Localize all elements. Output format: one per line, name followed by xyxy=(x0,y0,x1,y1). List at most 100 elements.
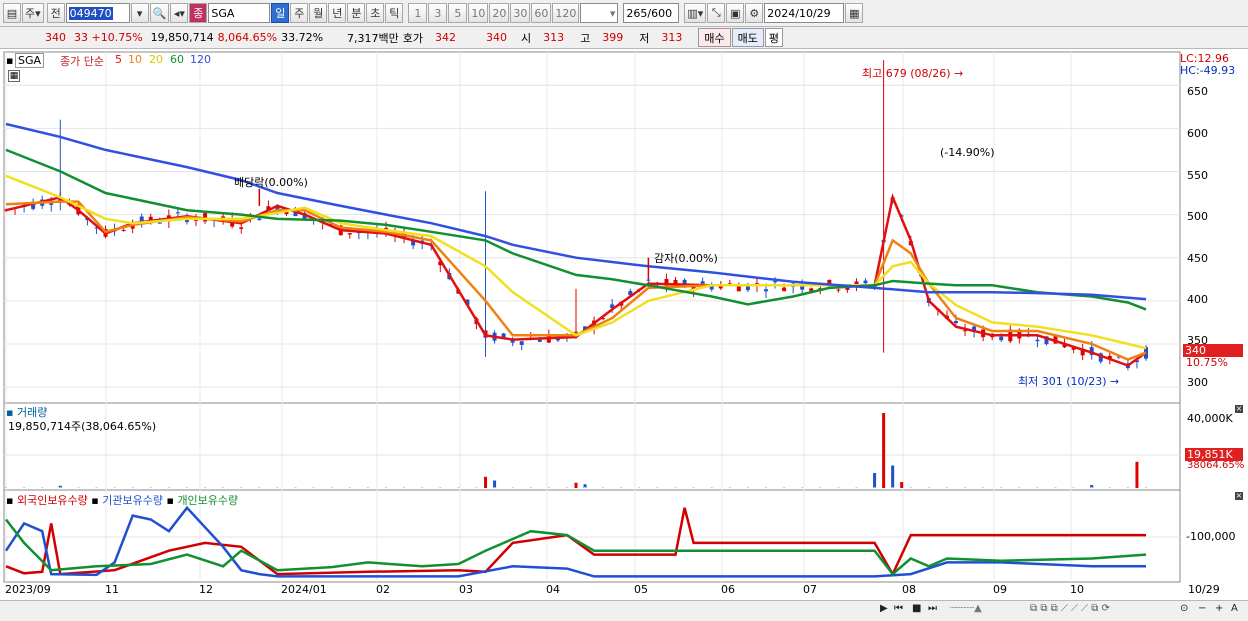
period-week-button[interactable]: 주 xyxy=(290,3,309,23)
bottom-bar: 2023/09 11 12 2024/01 02 03 04 05 06 07 … xyxy=(0,583,1248,621)
minute-120-button[interactable]: 120 xyxy=(552,3,580,23)
candle-body xyxy=(257,218,262,221)
zoom-in-icon[interactable]: + xyxy=(1215,603,1223,614)
volume-bar xyxy=(584,487,587,488)
volume-bar xyxy=(1108,487,1111,488)
volume-bar xyxy=(909,487,912,488)
minute-5-button[interactable]: 5 xyxy=(448,3,468,23)
volume-bar xyxy=(330,487,333,488)
ma5-legend: 5 xyxy=(115,53,122,66)
volume-bar xyxy=(185,487,188,488)
volume-bar xyxy=(421,487,424,488)
x-label-2: 12 xyxy=(199,583,213,596)
minute-10-button[interactable]: 10 xyxy=(468,3,489,23)
calendar-icon[interactable]: ▦ xyxy=(845,3,864,23)
volume-bar xyxy=(403,487,406,488)
volume-close-icon[interactable]: × xyxy=(1235,405,1243,413)
stock-code-input[interactable]: 049470 xyxy=(65,3,130,23)
date-input[interactable]: 2024/10/29 xyxy=(764,3,845,23)
open-price: 313 xyxy=(543,31,565,44)
search-icon[interactable]: 🔍 xyxy=(149,3,170,23)
zoom-out-icon[interactable]: − xyxy=(1198,603,1206,614)
draw-tool-icon[interactable]: ⤡ xyxy=(707,3,726,23)
period-tick-button[interactable]: 틱 xyxy=(385,3,404,23)
candle-body xyxy=(999,336,1004,341)
scroll-right-icon[interactable]: ▶ xyxy=(880,603,888,614)
volume-bar xyxy=(77,487,80,488)
panel-table-icon[interactable]: ▦ xyxy=(8,70,20,82)
candle-body xyxy=(782,287,787,292)
bid-label: 호가 xyxy=(402,31,424,45)
minute-1-button[interactable]: 1 xyxy=(408,3,428,23)
candle-body xyxy=(49,203,54,205)
period-day-button[interactable]: 일 xyxy=(271,3,290,23)
minute-60-button[interactable]: 60 xyxy=(531,3,552,23)
volume-bar xyxy=(547,487,550,488)
low-price: 313 xyxy=(661,31,683,44)
minute-3-button[interactable]: 3 xyxy=(428,3,448,23)
layout-icon[interactable]: ▤ xyxy=(3,3,21,23)
volume-bar xyxy=(574,482,578,488)
volume-bar xyxy=(366,487,369,488)
minute-20-button[interactable]: 20 xyxy=(489,3,510,23)
market-scope-select[interactable]: 전 xyxy=(46,3,65,23)
gear-icon[interactable]: ⚙ xyxy=(745,3,764,23)
price-change: 33 +10.75% xyxy=(74,31,143,44)
average-button[interactable]: 평 xyxy=(764,28,784,47)
x-label-3: 2024/01 xyxy=(281,583,327,596)
zoom-reset-icon[interactable]: ⊙ xyxy=(1180,603,1188,614)
volume-bar xyxy=(385,487,387,488)
sound-icon[interactable]: ◂▾ xyxy=(170,3,189,23)
stop-icon[interactable]: ■ xyxy=(912,603,921,614)
volume-bar xyxy=(873,487,876,488)
volume-bar xyxy=(41,487,44,488)
buy-button[interactable]: 매수 xyxy=(698,28,731,47)
panel-menu-icon[interactable]: ▪ xyxy=(6,54,13,67)
ma60-legend: 60 xyxy=(170,53,184,66)
period-minute-button[interactable]: 분 xyxy=(347,3,366,23)
sell-button[interactable]: 매도 xyxy=(731,28,764,47)
market-type-select[interactable]: 주 ▾ xyxy=(22,3,44,23)
zoom-slider[interactable]: ┈┈┈┈▲ xyxy=(950,603,982,614)
x-label-5: 03 xyxy=(459,583,473,596)
period-month-button[interactable]: 월 xyxy=(309,3,328,23)
period-second-button[interactable]: 초 xyxy=(366,3,385,23)
period-year-button[interactable]: 년 xyxy=(328,3,347,23)
save-icon[interactable]: ▣ xyxy=(726,3,745,23)
tool-icons[interactable]: ⧉ ⧉ ⧉ ⟋ ⟋ ⟋ ⧉ ⟳ xyxy=(1030,603,1110,614)
volume-bar xyxy=(801,487,804,488)
high-label: 고 xyxy=(580,31,591,45)
stock-chart[interactable] xyxy=(0,50,1248,602)
minute-30-button[interactable]: 30 xyxy=(510,3,531,23)
volume-bar xyxy=(620,487,623,488)
quote-bar: 340 33 +10.75% 19,850,714 8,064.65% 33.7… xyxy=(0,27,1248,49)
interval-select[interactable]: ▾ xyxy=(580,3,619,23)
holding-close-icon[interactable]: × xyxy=(1235,492,1243,500)
ma120-legend: 120 xyxy=(190,53,211,66)
first-icon[interactable]: ⏮ xyxy=(894,603,903,614)
chart-type-icon[interactable]: ▥▾ xyxy=(684,3,707,23)
x-label-12: 10 xyxy=(1070,583,1084,596)
volume-bar xyxy=(674,487,677,488)
candle-body xyxy=(700,281,705,284)
code-dropdown[interactable]: ▾ xyxy=(130,3,149,23)
volume-bar xyxy=(1072,487,1075,488)
stock-badge: 종 xyxy=(189,3,208,23)
bar-count-input[interactable]: 265/600 xyxy=(623,3,680,23)
ma20-legend: 20 xyxy=(149,53,163,66)
pct-annotation: (-14.90%) xyxy=(940,146,995,159)
volume-bar xyxy=(294,487,297,488)
open-label: 시 xyxy=(521,31,532,45)
volume-bar xyxy=(819,487,822,488)
font-size-icon[interactable]: A xyxy=(1231,603,1238,614)
candle-body xyxy=(347,233,352,235)
stock-name-field[interactable]: SGA xyxy=(208,3,271,23)
candle-body xyxy=(836,289,841,291)
volume-bar xyxy=(1000,487,1003,488)
volume-bar xyxy=(945,487,948,488)
candle-body xyxy=(519,341,524,345)
volume-bar xyxy=(167,487,170,488)
last-icon[interactable]: ⏭ xyxy=(928,603,937,614)
volume-bar xyxy=(602,487,605,488)
volume-panel-frame xyxy=(3,402,1181,491)
